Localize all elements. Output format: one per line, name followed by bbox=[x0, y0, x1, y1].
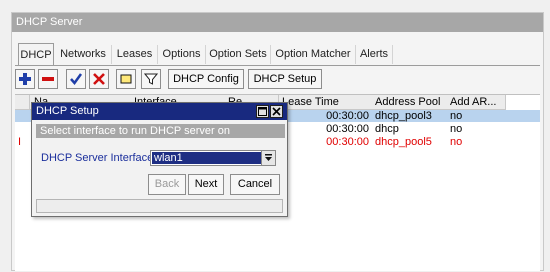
column-header-flag bbox=[15, 95, 30, 110]
tab-options[interactable]: Options bbox=[158, 45, 206, 64]
dialog-hint: Select interface to run DHCP server on bbox=[36, 124, 285, 138]
dropdown-arrow-button[interactable] bbox=[261, 151, 275, 165]
window-title: DHCP Server bbox=[12, 13, 543, 32]
row-add-arp: no bbox=[450, 123, 463, 135]
tab-leases[interactable]: Leases bbox=[112, 45, 158, 64]
row-flag: I bbox=[18, 136, 22, 148]
filter-icon bbox=[144, 73, 158, 85]
comment-button[interactable] bbox=[116, 69, 136, 89]
row-address-pool: dhcp_pool3 bbox=[375, 110, 432, 122]
row-add-arp: no bbox=[450, 136, 463, 148]
remove-button[interactable] bbox=[38, 69, 58, 89]
dhcp-config-button[interactable]: DHCP Config bbox=[168, 69, 244, 89]
tab-dhcp[interactable]: DHCP bbox=[18, 43, 54, 66]
dhcp-server-interface-label: DHCP Server Interface: bbox=[41, 152, 157, 164]
close-glyph-icon bbox=[272, 107, 281, 116]
chevron-down-icon bbox=[265, 154, 272, 161]
dialog-status-bar bbox=[36, 199, 283, 213]
tab-divider bbox=[15, 65, 540, 66]
row-lease-time: 00:30:00 bbox=[326, 136, 369, 148]
minus-icon bbox=[42, 77, 54, 81]
plus-icon bbox=[19, 73, 31, 85]
restore-icon[interactable] bbox=[256, 105, 269, 118]
filter-button[interactable] bbox=[141, 69, 161, 89]
row-lease-time: 00:30:00 bbox=[326, 110, 369, 122]
row-address-pool: dhcp_pool5 bbox=[375, 136, 432, 148]
next-button[interactable]: Next bbox=[188, 174, 224, 195]
row-address-pool: dhcp bbox=[375, 123, 399, 135]
checkmark-icon bbox=[70, 73, 83, 86]
column-header-lease-time[interactable]: Lease Time bbox=[279, 95, 373, 110]
dhcp-setup-button[interactable]: DHCP Setup bbox=[248, 69, 322, 89]
tab-option-sets[interactable]: Option Sets bbox=[206, 45, 271, 64]
cancel-button[interactable]: Cancel bbox=[230, 174, 280, 195]
comment-icon bbox=[120, 74, 132, 84]
back-button[interactable]: Back bbox=[148, 174, 186, 195]
tab-option-matcher[interactable]: Option Matcher bbox=[271, 45, 356, 64]
dhcp-server-interface-select[interactable]: wlan1 bbox=[150, 150, 276, 166]
tab-alerts[interactable]: Alerts bbox=[356, 45, 393, 64]
column-header-add-arp[interactable]: Add AR... bbox=[447, 95, 506, 110]
dialog-title: DHCP Setup bbox=[32, 103, 287, 120]
column-header-address-pool[interactable]: Address Pool bbox=[372, 95, 448, 110]
row-add-arp: no bbox=[450, 110, 463, 122]
add-button[interactable] bbox=[15, 69, 35, 89]
interface-selected-value: wlan1 bbox=[152, 152, 261, 164]
dhcp-setup-dialog: DHCP Setup Select interface to run DHCP … bbox=[31, 102, 288, 217]
row-lease-time: 00:30:00 bbox=[326, 123, 369, 135]
tab-networks[interactable]: Networks bbox=[55, 45, 112, 64]
x-icon bbox=[93, 73, 105, 85]
disable-button[interactable] bbox=[89, 69, 109, 89]
enable-button[interactable] bbox=[66, 69, 86, 89]
close-icon[interactable] bbox=[270, 105, 283, 118]
restore-glyph-icon bbox=[258, 107, 267, 116]
